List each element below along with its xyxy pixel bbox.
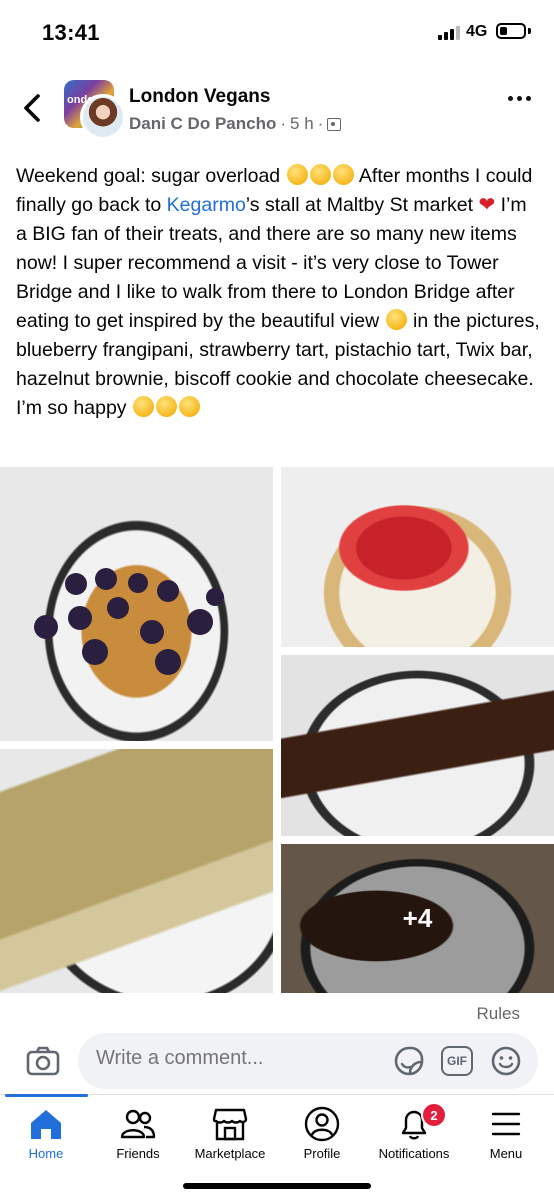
post-text-part: ’s stall at Maltby St market (245, 194, 479, 216)
status-bar: 13:41 4G (0, 0, 554, 68)
author-name[interactable]: Dani C Do Pancho (129, 114, 276, 134)
tab-menu-label: Menu (489, 1146, 523, 1161)
back-button[interactable] (18, 88, 48, 128)
comment-input[interactable] (96, 1047, 376, 1070)
star-struck-emoji-icon (132, 396, 154, 417)
chevron-left-icon (24, 94, 40, 122)
network-label: 4G (466, 23, 488, 40)
photo-strawberry-tart[interactable] (281, 467, 554, 647)
kegarmo-link[interactable]: Kegarmo (167, 194, 246, 216)
post-meta: Dani C Do Pancho · 5 h · (129, 114, 342, 134)
star-struck-emoji-icon (155, 396, 177, 417)
home-indicator (183, 1183, 371, 1189)
heart-eyes-emoji-icon (385, 309, 407, 330)
tab-friends[interactable]: Friends (92, 1100, 184, 1170)
gif-button[interactable]: GIF (441, 1046, 473, 1076)
sticker-button[interactable] (393, 1045, 425, 1077)
menu-icon (491, 1112, 521, 1136)
camera-icon (26, 1046, 60, 1076)
sticker-icon (394, 1046, 424, 1076)
tab-home-label: Home (28, 1146, 64, 1161)
group-name[interactable]: London Vegans (129, 86, 270, 108)
tab-notifications-label: Notifications (378, 1146, 450, 1161)
photo-blueberry-frangipani[interactable] (0, 467, 273, 741)
tab-marketplace-label: Marketplace (194, 1146, 266, 1161)
photo-twix-bar[interactable] (281, 655, 554, 836)
photo-pistachio-tart[interactable] (0, 749, 273, 993)
tab-home[interactable]: Home (0, 1100, 92, 1170)
group-audience-icon (327, 117, 342, 131)
star-struck-emoji-icon (178, 396, 200, 417)
tab-friends-label: Friends (116, 1146, 160, 1161)
friends-icon (120, 1109, 156, 1139)
meta-separator: · (280, 114, 287, 133)
tab-profile[interactable]: Profile (276, 1100, 368, 1170)
avatar[interactable] (80, 94, 126, 140)
tab-profile-label: Profile (303, 1146, 341, 1161)
rofl-emoji-icon (332, 164, 354, 185)
rofl-emoji-icon (309, 164, 331, 185)
tab-menu[interactable]: Menu (460, 1100, 552, 1170)
battery-icon (496, 23, 526, 39)
post-time[interactable]: 5 h (290, 114, 314, 134)
emoji-button[interactable] (490, 1045, 522, 1077)
rules-link[interactable]: Rules (477, 1004, 520, 1024)
signal-icon (438, 26, 460, 40)
camera-button[interactable] (26, 1046, 60, 1076)
photo-hazelnut-brownie[interactable]: +4 (281, 844, 554, 993)
home-icon (31, 1110, 61, 1139)
post-text: Weekend goal: sugar overload After month… (16, 162, 542, 423)
more-options-button[interactable] (508, 96, 531, 101)
profile-icon (304, 1106, 340, 1142)
active-tab-indicator (5, 1094, 88, 1097)
marketplace-icon (212, 1108, 248, 1141)
notifications-badge: 2 (421, 1102, 447, 1128)
meta-separator: · (317, 114, 324, 133)
rofl-emoji-icon (286, 164, 308, 185)
status-time: 13:41 (42, 20, 100, 45)
red-heart-emoji-icon: ❤ (478, 194, 496, 216)
blueberry-tart-illustration (34, 568, 224, 675)
post-text-part: Weekend goal: sugar overload (16, 165, 286, 187)
smiley-icon (491, 1046, 521, 1076)
more-photos-count: +4 (402, 903, 433, 933)
battery-cap (528, 28, 531, 34)
tab-marketplace[interactable]: Marketplace (184, 1100, 276, 1170)
